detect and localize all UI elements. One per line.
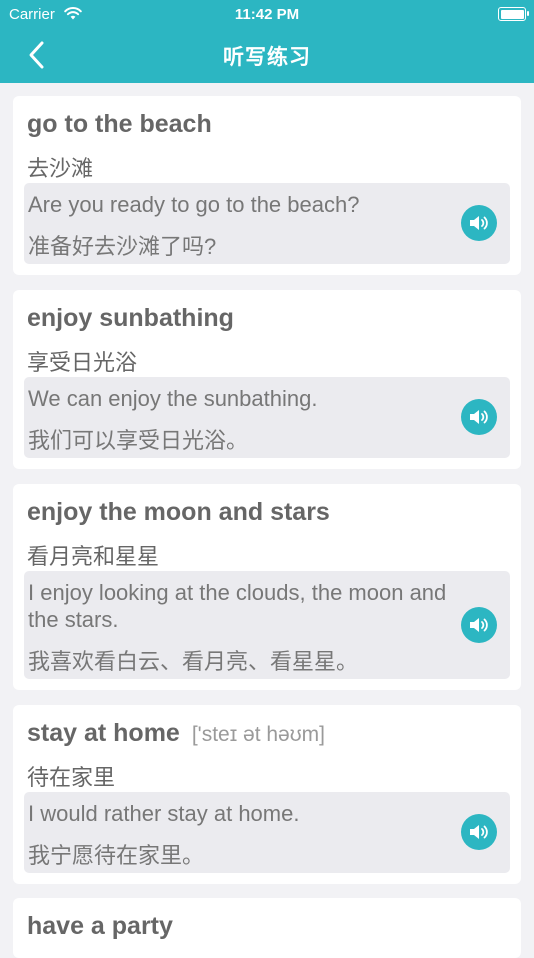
speaker-icon xyxy=(470,216,488,230)
speaker-icon xyxy=(470,410,488,424)
phrase-card: go to the beach 去沙滩 Are you ready to go … xyxy=(13,96,521,275)
phrase-word: enjoy sunbathing xyxy=(27,304,234,332)
phrase-card: enjoy sunbathing 享受日光浴 We can enjoy the … xyxy=(13,290,521,469)
example-box: We can enjoy the sunbathing. 我们可以享受日光浴。 xyxy=(24,377,510,458)
example-chinese: 准备好去沙滩了吗? xyxy=(28,234,217,259)
play-audio-button[interactable] xyxy=(461,814,497,850)
speaker-icon xyxy=(470,618,488,632)
phrase-word: go to the beach xyxy=(27,110,212,138)
phrase-word: enjoy the moon and stars xyxy=(27,498,330,526)
nav-bar: Carrier 11:42 PM 听写练习 xyxy=(0,0,534,83)
page-title: 听写练习 xyxy=(223,46,311,69)
speaker-icon xyxy=(470,825,488,839)
example-box: I enjoy looking at the clouds, the moon … xyxy=(24,571,510,679)
example-chinese: 我们可以享受日光浴。 xyxy=(28,428,249,453)
example-english: I would rather stay at home. xyxy=(28,801,300,826)
phrase-meaning: 看月亮和星星 xyxy=(27,544,160,569)
phrase-meaning: 待在家里 xyxy=(27,765,116,790)
example-english: I enjoy looking at the clouds, the moon … xyxy=(28,580,447,632)
phrase-card: have a party xyxy=(13,898,521,958)
example-box: Are you ready to go to the beach? 准备好去沙滩… xyxy=(24,183,510,264)
play-audio-button[interactable] xyxy=(461,205,497,241)
example-box: I would rather stay at home. 我宁愿待在家里。 xyxy=(24,792,510,873)
status-time: 11:42 PM xyxy=(234,6,300,23)
phrase-meaning: 享受日光浴 xyxy=(27,350,138,375)
phonetic-transcription: ['steɪ ət həʊm] xyxy=(191,723,325,746)
example-chinese: 我宁愿待在家里。 xyxy=(28,843,205,868)
example-english: We can enjoy the sunbathing. xyxy=(28,386,318,411)
battery-icon xyxy=(498,7,529,21)
phrase-word: have a party xyxy=(27,912,173,940)
example-english: Are you ready to go to the beach? xyxy=(28,192,360,217)
phrase-card: stay at home ['steɪ ət həʊm] 待在家里 I would… xyxy=(13,705,521,884)
status-bar: Carrier 11:42 PM xyxy=(0,4,534,24)
play-audio-button[interactable] xyxy=(461,399,497,435)
phrase-word: stay at home ['steɪ ət həʊm] xyxy=(27,719,325,747)
play-audio-button[interactable] xyxy=(461,607,497,643)
phrase-meaning: 去沙滩 xyxy=(27,156,94,181)
phrase-card: enjoy the moon and stars 看月亮和星星 I enjoy … xyxy=(13,484,521,690)
example-chinese: 我喜欢看白云、看月亮、看星星。 xyxy=(28,649,359,674)
